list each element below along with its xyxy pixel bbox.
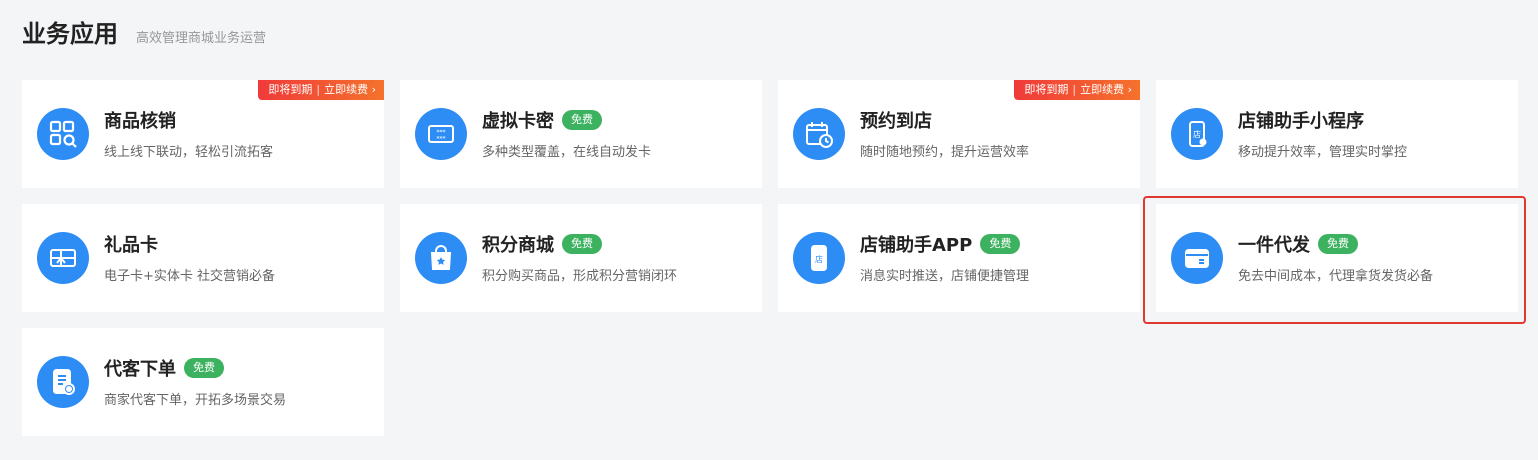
app-card-product-verify[interactable]: 即将到期 | 立即续费 › 商品核销 线上线下联动，轻松引流拓客 (22, 80, 384, 188)
card-title: 店铺助手APP (860, 235, 973, 256)
card-title: 预约到店 (860, 111, 932, 132)
expire-renew-tag[interactable]: 即将到期 | 立即续费 › (258, 80, 384, 100)
card-desc: 免去中间成本，代理拿货发货必备 (1238, 269, 1434, 284)
card-title: 店铺助手小程序 (1238, 111, 1364, 132)
card-title: 代客下单 (104, 359, 176, 380)
app-card-gift-card[interactable]: 礼品卡 电子卡+实体卡 社交营销必备 (22, 204, 384, 312)
order-list-icon (37, 356, 89, 408)
parcel-box-icon (1171, 232, 1223, 284)
page-header: 业务应用 高效管理商城业务运营 (22, 14, 266, 49)
app-card-reservation[interactable]: 即将到期 | 立即续费 › 预约到店 随时随地预约，提升运营效率 (778, 80, 1140, 188)
free-badge: 免费 (562, 234, 602, 254)
qr-scan-icon (37, 108, 89, 160)
card-desc: 线上线下联动，轻松引流拓客 (104, 145, 274, 160)
card-title: 虚拟卡密 (482, 111, 554, 132)
app-card-points-mall[interactable]: 积分商城 免费 积分购买商品，形成积分营销闭环 (400, 204, 762, 312)
expire-renew-tag[interactable]: 即将到期 | 立即续费 › (1014, 80, 1140, 100)
svg-text:店: 店 (815, 254, 823, 264)
page-title: 业务应用 (22, 20, 118, 48)
svg-text:***: *** (437, 136, 446, 143)
card-desc: 电子卡+实体卡 社交营销必备 (104, 269, 276, 284)
app-card-store-assistant-mini[interactable]: 店 店铺助手小程序 移动提升效率，管理实时掌控 (1156, 80, 1518, 188)
card-desc: 商家代客下单，开拓多场景交易 (104, 393, 287, 408)
free-badge: 免费 (562, 110, 602, 130)
page-subtitle: 高效管理商城业务运营 (136, 31, 267, 46)
svg-text:店: 店 (1193, 129, 1201, 139)
app-grid: 即将到期 | 立即续费 › 商品核销 线上线下联动，轻松引流拓客 *** *** 虚… (22, 80, 1518, 436)
card-title: 一件代发 (1238, 235, 1310, 256)
card-desc: 积分购买商品，形成积分营销闭环 (482, 269, 678, 284)
card-title: 礼品卡 (104, 235, 158, 256)
gift-card-icon (37, 232, 89, 284)
card-desc: 多种类型覆盖，在线自动发卡 (482, 145, 652, 160)
card-desc: 消息实时推送，店铺便捷管理 (860, 269, 1030, 284)
app-card-store-assistant-app[interactable]: 店 店铺助手APP 免费 消息实时推送，店铺便捷管理 (778, 204, 1140, 312)
app-card-proxy-order[interactable]: 代客下单 免费 商家代客下单，开拓多场景交易 (22, 328, 384, 436)
card-title: 商品核销 (104, 111, 176, 132)
app-card-dropshipping[interactable]: 一件代发 免费 免去中间成本，代理拿货发货必备 (1156, 204, 1518, 312)
card-desc: 移动提升效率，管理实时掌控 (1238, 145, 1408, 160)
mini-program-phone-icon: 店 (1171, 108, 1223, 160)
card-desc: 随时随地预约，提升运营效率 (860, 145, 1030, 160)
free-badge: 免费 (980, 234, 1021, 254)
app-card-virtual-card[interactable]: *** *** 虚拟卡密 免费 多种类型覆盖，在线自动发卡 (400, 80, 762, 188)
password-card-icon: *** *** (415, 108, 467, 160)
shopping-bag-star-icon (415, 232, 467, 284)
free-badge: 免费 (184, 358, 224, 378)
card-title: 积分商城 (482, 235, 554, 256)
store-phone-icon: 店 (793, 232, 845, 284)
free-badge: 免费 (1318, 234, 1358, 254)
calendar-clock-icon (793, 108, 845, 160)
